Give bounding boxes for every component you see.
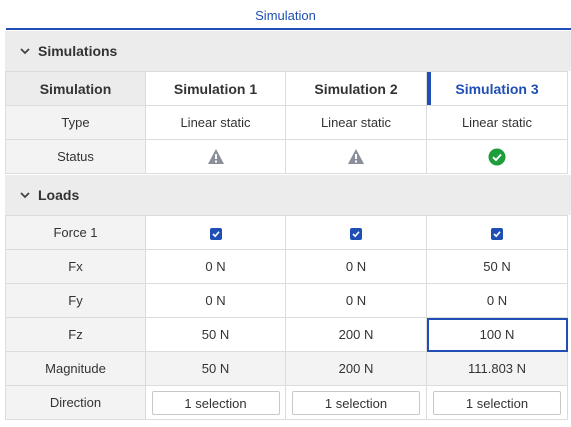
loads-table: Force 1 Fx 0 N 0 N 50 N Fy 0 N 0 N 0 N F… bbox=[5, 215, 568, 420]
table-row: Status bbox=[5, 139, 568, 174]
table-row: Fz 50 N 200 N 100 N bbox=[5, 317, 568, 352]
section-simulations[interactable]: Simulations bbox=[5, 31, 571, 71]
cell-direction-2: 1 selection bbox=[285, 385, 427, 420]
section-title: Loads bbox=[38, 187, 80, 203]
section-loads[interactable]: Loads bbox=[5, 175, 571, 215]
simulation-panel: Simulation Simulations Simulation Simula… bbox=[0, 0, 571, 427]
cell-fz-3[interactable]: 100 N bbox=[426, 317, 568, 352]
column-header-simulation: Simulation bbox=[5, 71, 146, 106]
cell-direction-3: 1 selection bbox=[426, 385, 568, 420]
row-label-direction: Direction bbox=[5, 385, 146, 420]
checkbox-checked-icon[interactable] bbox=[209, 227, 222, 240]
success-icon bbox=[488, 148, 506, 165]
cell-fx-2[interactable]: 0 N bbox=[285, 249, 427, 284]
cell-magnitude-2: 200 N bbox=[285, 351, 427, 386]
cell-fx-3[interactable]: 50 N bbox=[426, 249, 568, 284]
status-cell-2 bbox=[285, 139, 427, 174]
row-label-magnitude: Magnitude bbox=[5, 351, 146, 386]
cell-fz-1[interactable]: 50 N bbox=[145, 317, 286, 352]
direction-selection-button[interactable]: 1 selection bbox=[151, 390, 280, 415]
cell-fy-2[interactable]: 0 N bbox=[285, 283, 427, 318]
cell-fy-3[interactable]: 0 N bbox=[426, 283, 568, 318]
direction-selection-button[interactable]: 1 selection bbox=[292, 390, 420, 415]
cell-fy-1[interactable]: 0 N bbox=[145, 283, 286, 318]
cell-magnitude-3: 111.803 N bbox=[426, 351, 568, 386]
row-label-force1: Force 1 bbox=[5, 215, 146, 250]
table-row: Direction 1 selection 1 selection 1 sele… bbox=[5, 385, 568, 420]
table-row: Force 1 bbox=[5, 215, 568, 250]
status-cell-1 bbox=[145, 139, 286, 174]
cell-type-3[interactable]: Linear static bbox=[426, 105, 568, 140]
title-underline bbox=[6, 28, 571, 30]
table-row: Fy 0 N 0 N 0 N bbox=[5, 283, 568, 318]
column-header-sim-1[interactable]: Simulation 1 bbox=[145, 71, 286, 106]
cell-type-2[interactable]: Linear static bbox=[285, 105, 427, 140]
table-header-row: Simulation Simulation 1 Simulation 2 Sim… bbox=[5, 71, 568, 106]
checkbox-checked-icon[interactable] bbox=[491, 227, 503, 240]
cell-magnitude-1: 50 N bbox=[145, 351, 286, 386]
column-header-sim-3[interactable]: Simulation 3 bbox=[426, 71, 568, 106]
force-checkbox-1[interactable] bbox=[145, 215, 286, 250]
force-checkbox-3[interactable] bbox=[426, 215, 568, 250]
panel-title[interactable]: Simulation bbox=[0, 0, 571, 30]
warning-icon bbox=[348, 149, 364, 165]
row-label-fz: Fz bbox=[5, 317, 146, 352]
row-label-status: Status bbox=[5, 139, 146, 174]
checkbox-checked-icon[interactable] bbox=[350, 227, 362, 240]
row-label-fy: Fy bbox=[5, 283, 146, 318]
direction-selection-button[interactable]: 1 selection bbox=[433, 390, 561, 415]
table-row: Magnitude 50 N 200 N 111.803 N bbox=[5, 351, 568, 386]
simulations-table: Simulation Simulation 1 Simulation 2 Sim… bbox=[5, 71, 568, 174]
warning-icon bbox=[207, 149, 224, 165]
status-cell-3 bbox=[426, 139, 568, 174]
cell-fz-2[interactable]: 200 N bbox=[285, 317, 427, 352]
column-header-sim-2[interactable]: Simulation 2 bbox=[285, 71, 427, 106]
force-checkbox-2[interactable] bbox=[285, 215, 427, 250]
table-row: Fx 0 N 0 N 50 N bbox=[5, 249, 568, 284]
cell-fx-1[interactable]: 0 N bbox=[145, 249, 286, 284]
row-label-fx: Fx bbox=[5, 249, 146, 284]
chevron-down-icon bbox=[20, 48, 30, 55]
cell-direction-1: 1 selection bbox=[145, 385, 286, 420]
chevron-down-icon bbox=[20, 192, 30, 199]
row-label-type: Type bbox=[5, 105, 146, 140]
section-title: Simulations bbox=[38, 43, 118, 59]
table-row: Type Linear static Linear static Linear … bbox=[5, 105, 568, 140]
cell-type-1[interactable]: Linear static bbox=[145, 105, 286, 140]
